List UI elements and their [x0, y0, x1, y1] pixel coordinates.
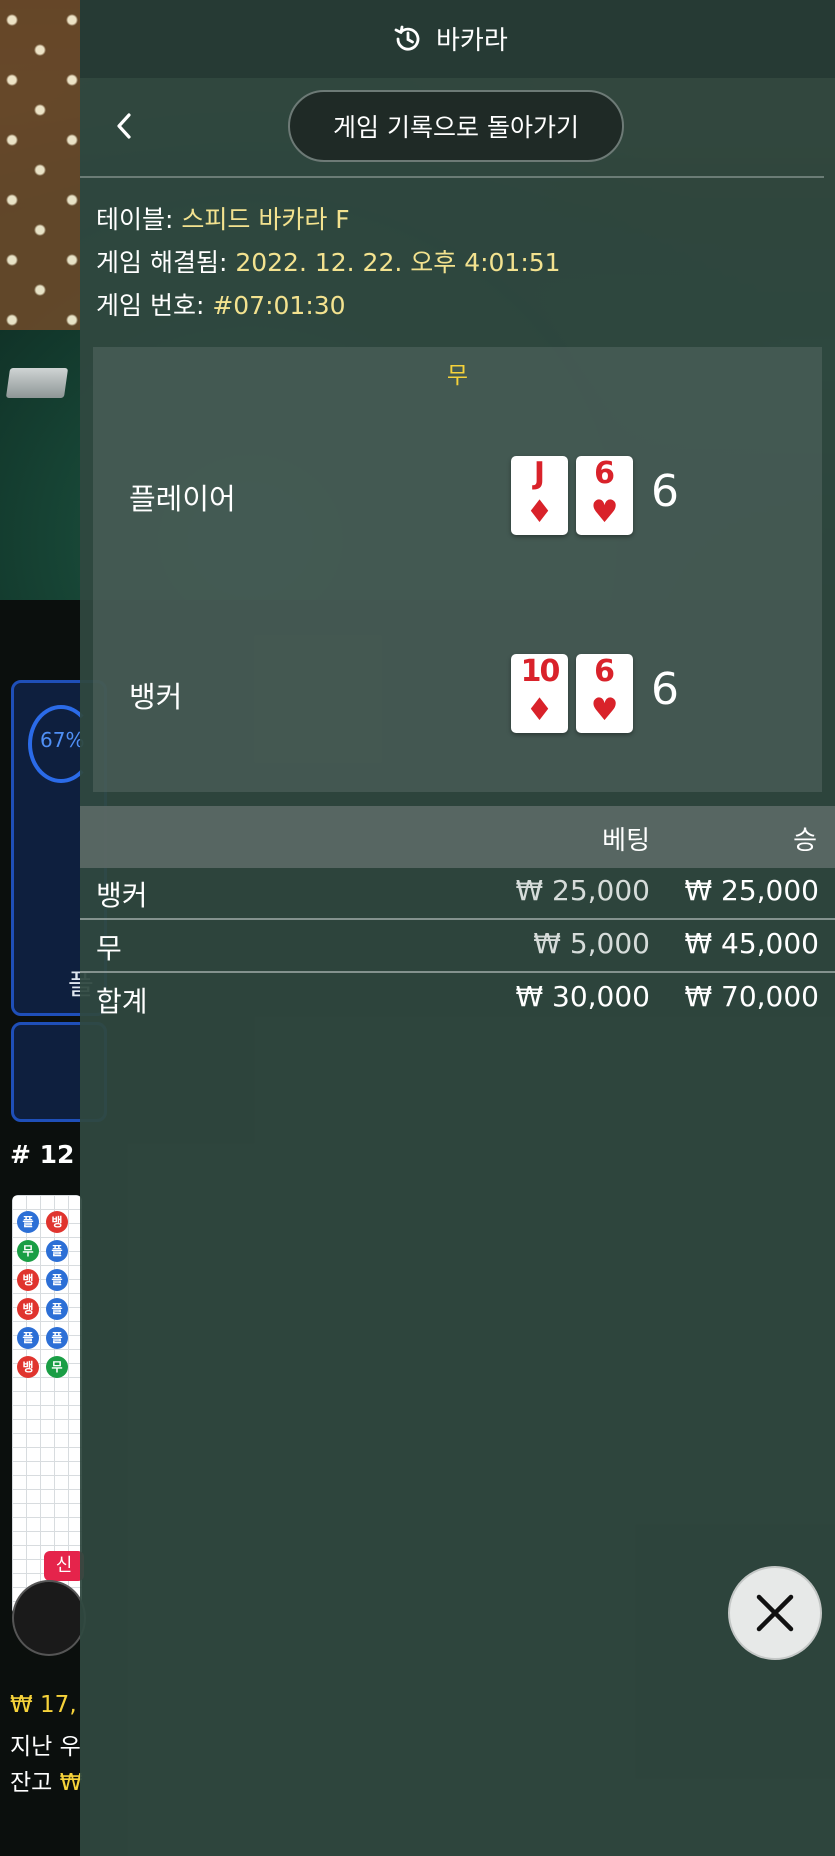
road-dot: 뱅 [46, 1211, 68, 1233]
win-column-header: 승 [793, 826, 817, 856]
chevron-left-icon [117, 113, 131, 139]
road-dot: 플 [17, 1211, 39, 1233]
bet-row-label: 뱅커 [96, 879, 148, 912]
bet-row-amount: ₩ 25,000 [515, 874, 650, 907]
back-button[interactable] [104, 106, 144, 146]
total-bet: ₩ 30,000 [515, 980, 650, 1013]
player-score: 6 [651, 466, 679, 517]
result-box [93, 347, 822, 792]
row-divider [80, 971, 835, 973]
road-dot: 뱅 [17, 1356, 39, 1378]
card-rank: 10 [520, 654, 561, 689]
road-dot: 플 [46, 1269, 68, 1291]
road-dot: 무 [46, 1356, 68, 1378]
header-divider [80, 176, 824, 178]
balance-currency: ₩ [59, 1770, 83, 1796]
game-number-value: #07:01:30 [212, 291, 346, 320]
diamond-icon: ♦ [525, 494, 554, 530]
resolved-info: 게임 해결됨: 2022. 12. 22. 오후 4:01:51 [96, 243, 561, 279]
road-dot: 플 [46, 1298, 68, 1320]
table-info-label: 테이블: [96, 205, 182, 234]
banker-score: 6 [651, 664, 679, 715]
card-rank: J [533, 456, 546, 491]
bets-table-header [80, 806, 835, 868]
road-dot: 무 [17, 1240, 39, 1262]
close-button[interactable] [728, 1566, 822, 1660]
game-number-info: 게임 번호: #07:01:30 [96, 286, 346, 322]
resolved-info-label: 게임 해결됨: [96, 248, 236, 277]
bet-amount: ₩ 17, [10, 1692, 77, 1718]
total-row-label: 합계 [96, 985, 148, 1018]
outcome-label: 무 [446, 363, 469, 389]
resolved-info-value: 2022. 12. 22. 오후 4:01:51 [235, 248, 561, 277]
card-rank: 6 [594, 456, 615, 491]
player-card-2: 6 ♥ [576, 456, 633, 535]
header-title: 바카라 [436, 26, 508, 56]
history-icon [394, 25, 420, 51]
close-icon [756, 1594, 794, 1632]
balance-label: 잔고 [10, 1770, 60, 1796]
table-info-value: 스피드 바카라 F [181, 205, 350, 234]
bet-row-win: ₩ 25,000 [684, 874, 819, 907]
player-card-1: J ♦ [511, 456, 568, 535]
heart-icon: ♥ [590, 494, 619, 530]
banker-hand-label: 뱅커 [129, 680, 183, 714]
header: 바카라 [392, 20, 508, 57]
row-divider [80, 918, 835, 920]
road-dot: 뱅 [17, 1298, 39, 1320]
bet-row-amount: ₩ 5,000 [533, 927, 650, 960]
new-badge: 신 [44, 1551, 84, 1581]
card-rank: 6 [594, 654, 615, 689]
lobby-button[interactable] [12, 1580, 86, 1656]
round-number: # 12 [10, 1140, 75, 1169]
road-dot: 플 [17, 1327, 39, 1349]
game-number-label: 게임 번호: [96, 291, 213, 320]
heart-icon: ♥ [590, 692, 619, 728]
card-shoe [5, 368, 69, 398]
bet-column-header: 베팅 [602, 826, 650, 856]
diamond-icon: ♦ [525, 692, 554, 728]
bet-row-win: ₩ 45,000 [684, 927, 819, 960]
last-win-label: 지난 우 [10, 1734, 81, 1760]
back-to-history-button[interactable]: 게임 기록으로 돌아가기 [288, 90, 624, 162]
road-dot: 플 [46, 1240, 68, 1262]
player-hand-label: 플레이어 [129, 482, 236, 516]
table-info: 테이블: 스피드 바카라 F [96, 200, 350, 236]
road-dot: 뱅 [17, 1269, 39, 1291]
percentage-text: 67% [40, 728, 85, 752]
total-win: ₩ 70,000 [684, 980, 819, 1013]
banker-card-2: 6 ♥ [576, 654, 633, 733]
road-dot: 플 [46, 1327, 68, 1349]
chandelier-lights [0, 0, 80, 330]
bet-row-label: 무 [96, 932, 122, 965]
balance: 잔고 ₩ [10, 1763, 82, 1797]
banker-card-1: 10 ♦ [511, 654, 568, 733]
